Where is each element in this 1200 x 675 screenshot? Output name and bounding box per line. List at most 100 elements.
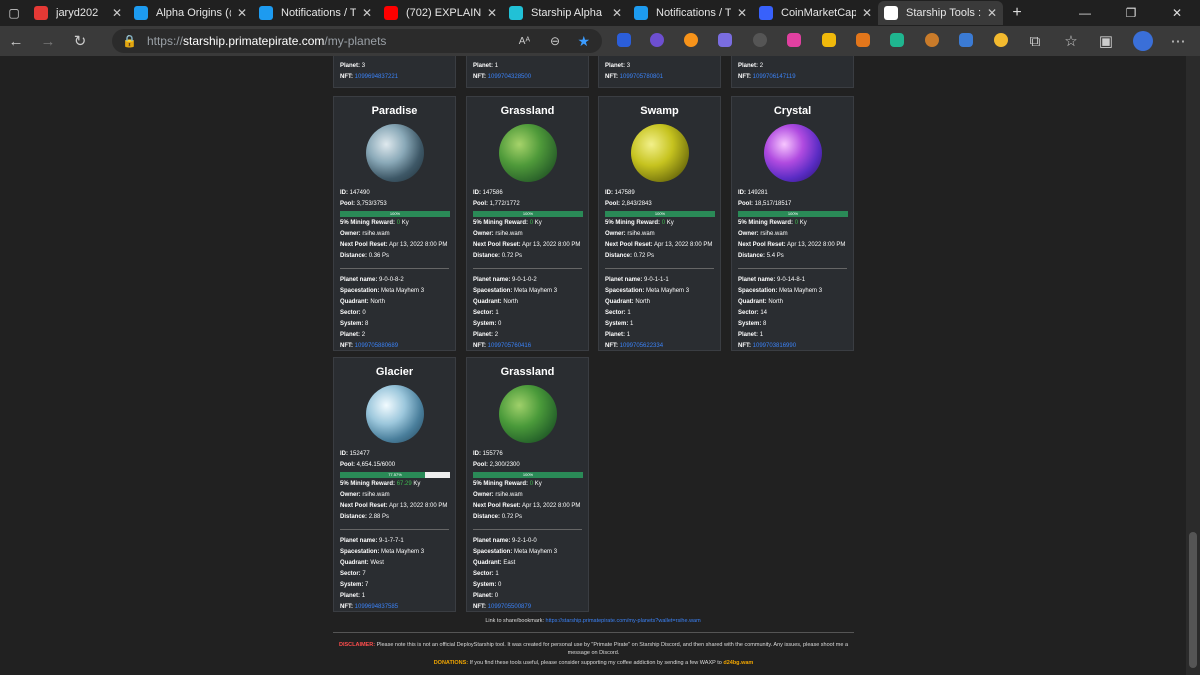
label: Distance: <box>738 253 766 259</box>
extension-icon[interactable] <box>718 33 732 47</box>
label: ID: <box>473 190 481 196</box>
distance-line-value: 2.88 Ps <box>368 514 390 520</box>
read-aloud-icon[interactable]: Aᴬ <box>519 36 530 47</box>
pool-line: Pool: 3,753/3753 <box>340 199 449 210</box>
extension-icon[interactable] <box>787 33 801 47</box>
nft-line: NFT: 1099694837585 <box>340 602 449 613</box>
nft-line-value[interactable]: 1099694837585 <box>355 604 398 610</box>
nft-link[interactable]: 1099706147119 <box>753 74 796 80</box>
nft-line-value[interactable]: 1099705880689 <box>355 343 398 349</box>
favorite-star-icon[interactable]: ★ <box>577 33 590 50</box>
url-host: starship.primatepirate.com <box>182 34 325 48</box>
extension-icon[interactable] <box>890 33 904 47</box>
distance-line: Distance: 0.36 Ps <box>340 251 449 262</box>
tab-actions-icon[interactable]: ▢ <box>0 0 28 26</box>
extension-icon[interactable] <box>925 33 939 47</box>
owner-line-value: rsihe.wam <box>627 231 655 237</box>
label: Planet name: <box>340 277 378 283</box>
tab-7[interactable]: Starship Tools :: M ✕ <box>878 1 1003 25</box>
scrollbar-thumb[interactable] <box>1189 532 1197 668</box>
tab-5[interactable]: Notifications / Tw ✕ <box>628 1 753 25</box>
metamask-icon[interactable] <box>856 33 870 47</box>
nft-line-value[interactable]: 1099705500879 <box>488 604 531 610</box>
close-window-icon[interactable]: ✕ <box>1154 0 1200 26</box>
address-bar[interactable]: 🔒 https://starship.primatepirate.com/my-… <box>112 29 602 53</box>
label: 5% Mining Reward: <box>340 481 396 487</box>
tab-2[interactable]: Notifications / Tw ✕ <box>253 1 378 25</box>
planet-card: Swamp ID: 147589 Pool: 2,843/2843 100% 5… <box>598 96 721 351</box>
tab-1[interactable]: Alpha Origins (@/ ✕ <box>128 1 253 25</box>
back-icon[interactable]: ← <box>0 26 32 56</box>
nft-line: NFT: 1099705880689 <box>340 341 449 352</box>
extension-icon[interactable] <box>994 33 1008 47</box>
quadrant-line-value: West <box>370 560 384 566</box>
nft-link[interactable]: 1099705780801 <box>620 74 663 80</box>
nft-link[interactable]: 1099694837221 <box>355 74 398 80</box>
label: Planet: <box>738 332 759 338</box>
extension-icon[interactable] <box>617 33 631 47</box>
close-tab-icon[interactable]: ✕ <box>112 6 122 20</box>
close-tab-icon[interactable]: ✕ <box>987 6 997 20</box>
system-line: System: 0 <box>473 319 582 330</box>
label: Owner: <box>473 492 494 498</box>
extension-icon[interactable] <box>650 33 664 47</box>
pool-line: Pool: 1,772/1772 <box>473 199 582 210</box>
planet-line-value: 2 <box>361 332 366 338</box>
sector-line: Sector: 1 <box>605 308 714 319</box>
tab-6[interactable]: CoinMarketCap E ✕ <box>753 1 878 25</box>
nft-line-value[interactable]: 1099705622334 <box>620 343 663 349</box>
refresh-icon[interactable]: ↻ <box>64 26 96 56</box>
quadrant-line-value: North <box>768 299 784 305</box>
nft-line-value[interactable]: 1099705760416 <box>488 343 531 349</box>
sector-line-value: 1 <box>627 310 631 316</box>
window-controls: — ❐ ✕ <box>1062 0 1200 26</box>
scrollbar[interactable] <box>1186 56 1200 675</box>
close-tab-icon[interactable]: ✕ <box>612 6 622 20</box>
favorites-icon[interactable]: ☆ <box>1055 26 1087 56</box>
extensions-puzzle-icon[interactable]: ⧉ <box>1019 26 1051 56</box>
tab-title: Notifications / Tw <box>281 7 356 19</box>
tab-0[interactable]: jaryd202 ✕ <box>28 1 128 25</box>
owner-line: Owner: rsihe.wam <box>340 490 449 501</box>
id-line: ID: 147490 <box>340 188 449 199</box>
extension-icon[interactable] <box>822 33 836 47</box>
id-line-value: 147589 <box>614 190 635 196</box>
label: Next Pool Reset: <box>340 503 388 509</box>
share-link[interactable]: https://starship.primatepirate.com/my-pl… <box>546 618 701 624</box>
pool-progress-label: 100% <box>389 211 401 216</box>
sector-line: Sector: 14 <box>738 308 847 319</box>
new-tab-button[interactable]: + <box>1003 0 1031 26</box>
nft-link[interactable]: 1099704328500 <box>488 74 531 80</box>
collections-icon[interactable]: ▣ <box>1090 26 1122 56</box>
distance-line: Distance: 0.72 Ps <box>473 512 582 523</box>
spacestation-line-value: Meta Mayhem 3 <box>779 288 823 294</box>
extension-icon[interactable] <box>959 33 973 47</box>
close-tab-icon[interactable]: ✕ <box>487 6 497 20</box>
planet-name-line-value: 9-0-1-1-1 <box>644 277 669 283</box>
extension-icon[interactable] <box>753 33 767 47</box>
zoom-icon[interactable]: ⊖ <box>550 34 560 48</box>
starship-tools-icon <box>884 6 898 20</box>
extension-icon[interactable] <box>684 33 698 47</box>
close-tab-icon[interactable]: ✕ <box>862 6 872 20</box>
planet-type: Crystal <box>773 105 812 117</box>
tab-3[interactable]: (702) EXPLAINED: ✕ <box>378 1 503 25</box>
nft-line: NFT: 1099706147119 <box>738 72 847 83</box>
maximize-icon[interactable]: ❐ <box>1108 0 1154 26</box>
pool-line-value: 1,772/1772 <box>489 201 520 207</box>
system-line: System: 8 <box>738 319 847 330</box>
close-tab-icon[interactable]: ✕ <box>237 6 247 20</box>
more-menu-icon[interactable]: ⋯ <box>1162 26 1194 56</box>
tab-4[interactable]: Starship Alpha ✕ <box>503 1 628 25</box>
forward-icon[interactable]: → <box>32 26 64 56</box>
close-tab-icon[interactable]: ✕ <box>737 6 747 20</box>
spacestation-line-value: Meta Mayhem 3 <box>381 288 425 294</box>
label: Sector: <box>340 310 361 316</box>
close-tab-icon[interactable]: ✕ <box>362 6 372 20</box>
label: NFT: <box>605 343 618 349</box>
nft-line-value[interactable]: 1099703816990 <box>753 343 796 349</box>
profile-avatar[interactable] <box>1133 31 1153 51</box>
minimize-icon[interactable]: — <box>1062 0 1108 26</box>
system-line-value: 8 <box>365 321 369 327</box>
planet-name-line: Planet name: 9-0-0-8-2 <box>340 275 449 286</box>
